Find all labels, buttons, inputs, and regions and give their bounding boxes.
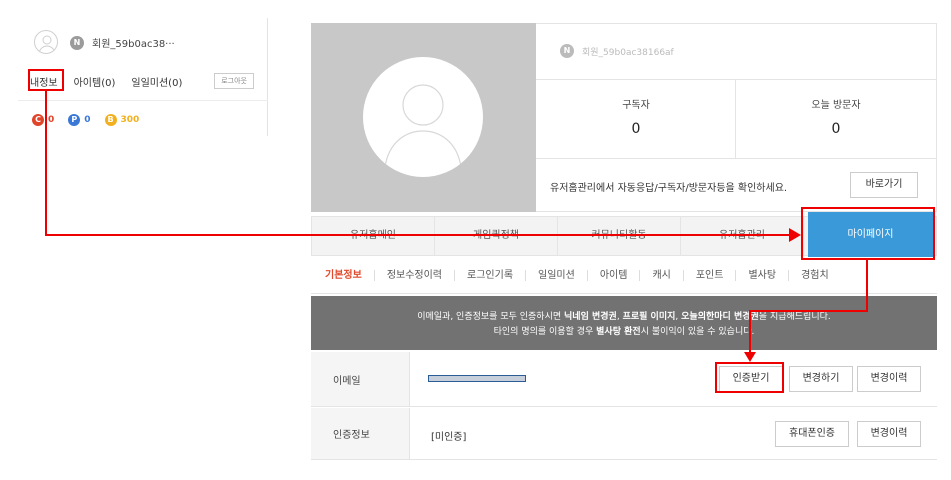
- highlight-mypage: [801, 207, 935, 260]
- subnav-edit-history[interactable]: 정보수정이력: [373, 270, 454, 281]
- cash-value: 0: [48, 115, 55, 125]
- auth-status: [미인증]: [431, 432, 467, 443]
- profile-username: N 회원_59b0ac38166af: [560, 44, 674, 58]
- highlight-verify-button: [715, 362, 784, 393]
- cash-balance[interactable]: C 0: [32, 114, 54, 126]
- nav-userhome-manage[interactable]: 유저홈관리: [681, 217, 804, 255]
- subscriber-stat: 구독자 0: [536, 96, 736, 137]
- subnav-login-record[interactable]: 로그인기록: [454, 270, 525, 281]
- panel-border: [267, 18, 268, 136]
- profile-username-text: 회원_59b0ac38166af: [582, 47, 674, 58]
- auth-history-button[interactable]: 변경이력: [857, 421, 921, 447]
- notice-highlight: 오늘의한마디 변경권: [681, 312, 759, 322]
- notice-text: 시 불이익이 있을 수 있습니다.: [640, 327, 755, 337]
- divider: [536, 79, 936, 80]
- annotation-line: [45, 91, 47, 235]
- currency-list: C 0 P 0 B 300: [32, 114, 139, 126]
- notice-text: 을 지급해드립니다.: [758, 312, 831, 322]
- notice-line-2: 타인의 명의를 이용할 경우 별사탕 환전시 불이익이 있을 수 있습니다.: [311, 325, 937, 340]
- visitor-stat: 오늘 방문자 0: [736, 96, 936, 137]
- star-candy-value: 300: [120, 115, 140, 125]
- notice-highlight: 별사탕 환전: [596, 327, 641, 337]
- annotation-arrow-icon: [789, 228, 801, 242]
- visitor-label: 오늘 방문자: [811, 100, 861, 111]
- tab-daily-mission[interactable]: 일일미션(0): [131, 74, 182, 89]
- email-row: 이메일 인증받기 변경하기 변경이력: [311, 352, 937, 407]
- auth-row: 인증정보 [미인증] 휴대폰인증 변경이력: [311, 408, 937, 460]
- subnav-basic-info[interactable]: 기본정보: [325, 270, 374, 281]
- notice-highlight: 닉네임 변경권: [564, 312, 617, 322]
- email-history-button[interactable]: 변경이력: [857, 366, 921, 392]
- mini-username[interactable]: N 회원_59b0ac38···: [70, 35, 175, 50]
- subnav-daily-mission[interactable]: 일일미션: [525, 270, 587, 281]
- auth-label: 인증정보: [311, 408, 410, 459]
- subscriber-label: 구독자: [622, 100, 650, 111]
- highlight-my-info: [28, 69, 64, 91]
- nav-community-activity[interactable]: 커뮤니티활동: [558, 217, 681, 255]
- divider: [536, 158, 936, 159]
- notice-highlight: 프로필 이미지: [622, 312, 676, 322]
- mini-username-text: 회원_59b0ac38···: [92, 39, 175, 50]
- notice-text: 이메일과, 인증정보를 모두 인증하시면: [417, 312, 565, 322]
- profile-info-panel: N 회원_59b0ac38166af 구독자 0 오늘 방문자 0 유저홈관리에…: [536, 23, 937, 212]
- star-candy-coin-icon: B: [104, 114, 117, 126]
- star-candy-balance[interactable]: B 300: [104, 114, 140, 126]
- cash-coin-icon: C: [32, 114, 44, 126]
- subnav-cash[interactable]: 캐시: [639, 270, 682, 281]
- change-button[interactable]: 변경하기: [789, 366, 853, 392]
- annotation-arrow-icon: [744, 352, 756, 362]
- logout-button[interactable]: 로그아웃: [214, 73, 254, 89]
- visitor-count: 0: [831, 121, 841, 137]
- shortcut-button[interactable]: 바로가기: [850, 172, 918, 198]
- annotation-line: [749, 310, 751, 355]
- nickname-badge-icon: N: [70, 35, 84, 50]
- subnav-points[interactable]: 포인트: [682, 270, 736, 281]
- verification-notice: 이메일과, 인증정보를 모두 인증하시면 닉네임 변경권, 프로필 이미지, 오…: [311, 296, 937, 350]
- point-value: 0: [84, 115, 91, 125]
- point-balance[interactable]: P 0: [68, 114, 91, 126]
- annotation-line: [45, 234, 791, 236]
- tab-items[interactable]: 아이템(0): [74, 74, 116, 89]
- nickname-badge-icon: N: [560, 44, 574, 58]
- email-value-redacted: [428, 375, 526, 382]
- point-coin-icon: P: [68, 114, 81, 126]
- userhome-message: 유저홈관리에서 자동응답/구독자/방문자등을 확인하세요.: [550, 183, 788, 194]
- notice-line-1: 이메일과, 인증정보를 모두 인증하시면 닉네임 변경권, 프로필 이미지, 오…: [311, 310, 937, 325]
- nav-userhome-main[interactable]: 유저홈메인: [312, 217, 435, 255]
- email-label: 이메일: [311, 352, 410, 406]
- phone-verify-button[interactable]: 휴대폰인증: [775, 421, 849, 447]
- annotation-line: [866, 260, 868, 311]
- notice-text: 타인의 명의를 이용할 경우: [493, 327, 597, 337]
- avatar-icon[interactable]: [34, 30, 58, 54]
- subscriber-count: 0: [631, 121, 641, 137]
- annotation-line: [749, 310, 868, 312]
- sub-nav: 기본정보 정보수정이력 로그인기록 일일미션 아이템 캐시 포인트 별사탕 경험…: [311, 258, 937, 294]
- profile-avatar-icon[interactable]: [363, 57, 483, 177]
- nav-game-policy[interactable]: 게임퀵정책: [435, 217, 558, 255]
- subnav-star-candy[interactable]: 별사탕: [735, 270, 788, 281]
- subnav-items[interactable]: 아이템: [586, 270, 640, 281]
- profile-image-area: [311, 23, 536, 212]
- divider: [18, 100, 268, 101]
- subnav-experience[interactable]: 경험치: [788, 270, 841, 281]
